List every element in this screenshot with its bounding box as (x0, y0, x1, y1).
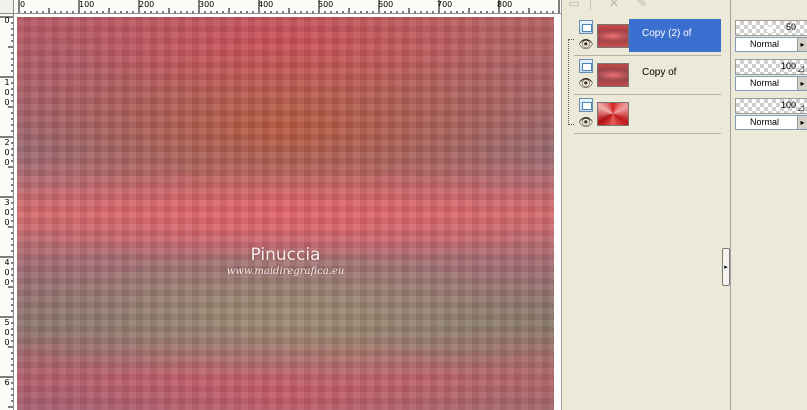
blend-mode-value: Normal (750, 117, 780, 127)
layer-thumbnail[interactable] (597, 102, 629, 126)
panel-splitter-handle[interactable]: ▸ (722, 248, 730, 286)
layers-toolbar: ▭ ✕ ✎ (562, 0, 731, 14)
blend-mode-value: Normal (750, 39, 780, 49)
ruler-label: 0 (4, 208, 10, 217)
ruler-corner (0, 0, 14, 14)
blend-mode-select[interactable]: Normal ▸ (735, 76, 807, 91)
ruler-label: 0 (4, 218, 10, 227)
layer-props-2: 100 ◿ Normal ▸ (735, 57, 807, 91)
raster-layer-icon[interactable] (579, 59, 593, 73)
layer-row-copy-2[interactable]: 👁 Copy (2) of (574, 18, 721, 56)
ruler-label: 0 (4, 338, 10, 347)
layer-thumbnail[interactable] (597, 63, 629, 87)
new-layer-icon[interactable]: ▭ (566, 0, 582, 10)
ruler-label: 800 (497, 0, 513, 9)
ruler-label: 700 (437, 0, 453, 9)
brush-icon[interactable]: ✎ (634, 0, 650, 10)
vertical-ruler: 0 1 0 0 2 0 0 3 0 0 4 0 0 5 0 0 6 (0, 14, 14, 410)
ruler-label: 300 (199, 0, 215, 9)
paint-application-window: 0 100 200 300 400 500 600 700 800 0 1 0 … (0, 0, 807, 410)
opacity-value: 100 (780, 100, 796, 110)
eye-visibility-icon[interactable]: 👁 (578, 38, 594, 50)
ruler-label: 100 (79, 0, 95, 9)
slider-arrow-icon: ◿ (797, 64, 804, 73)
chevron-right-icon[interactable]: ▸ (797, 38, 807, 51)
ruler-label: 6 (4, 378, 10, 387)
watermark-url: www.maidiregrafica.eu (226, 266, 345, 277)
chevron-right-icon[interactable]: ▸ (797, 116, 807, 129)
eye-visibility-icon[interactable]: 👁 (578, 77, 594, 89)
ruler-label: 0 (4, 268, 10, 277)
ruler-label: 3 (4, 198, 10, 207)
ruler-label: 4 (4, 258, 10, 267)
canvas-image-pattern (17, 17, 554, 410)
layers-palette: ▭ ✕ ✎ 👁 Copy (2) of 👁 Copy of 👁 (561, 0, 730, 410)
ruler-label: 0 (4, 158, 10, 167)
layer-props-1: 50 Normal ▸ (735, 18, 807, 52)
delete-layer-icon[interactable]: ✕ (606, 0, 622, 10)
opacity-slider[interactable]: 100 ◿ (735, 59, 807, 75)
layer-props-3: 100 ◿ Normal ▸ (735, 96, 807, 130)
raster-layer-icon[interactable] (579, 98, 593, 112)
layer-row-copy[interactable]: 👁 Copy of (574, 57, 721, 95)
layer-thumbnail[interactable] (597, 24, 629, 48)
ruler-label: 400 (258, 0, 274, 9)
opacity-slider[interactable]: 50 (735, 20, 807, 36)
ruler-label: 0 (4, 16, 10, 25)
watermark-name: Pinuccia (250, 245, 321, 265)
ruler-label: 0 (4, 328, 10, 337)
opacity-value: 100 (780, 61, 796, 71)
toolbar-separator (590, 0, 591, 10)
ruler-label: 2 (4, 138, 10, 147)
ruler-label: 1 (4, 78, 10, 87)
image-canvas[interactable]: Pinuccia www.maidiregrafica.eu (17, 17, 554, 410)
opacity-slider[interactable]: 100 ◿ (735, 98, 807, 114)
layer-name[interactable]: Copy of (629, 58, 721, 91)
ruler-label: 0 (4, 98, 10, 107)
layer-name[interactable] (629, 97, 721, 130)
eye-visibility-icon[interactable]: 👁 (578, 116, 594, 128)
ruler-label: 5 (4, 318, 10, 327)
canvas-area: 0 100 200 300 400 500 600 700 800 0 1 0 … (0, 0, 561, 410)
chevron-right-icon[interactable]: ▸ (797, 77, 807, 90)
ruler-label: 0 (4, 88, 10, 97)
ruler-label: 500 (318, 0, 334, 9)
ruler-label: 0 (4, 278, 10, 287)
ruler-label: 200 (139, 0, 155, 9)
slider-arrow-icon: ◿ (797, 103, 804, 112)
blend-mode-select[interactable]: Normal ▸ (735, 115, 807, 130)
blend-mode-select[interactable]: Normal ▸ (735, 37, 807, 52)
ruler-label: 0 (4, 148, 10, 157)
raster-layer-icon[interactable] (579, 20, 593, 34)
horizontal-ruler-ticks (18, 0, 560, 13)
opacity-value: 50 (785, 22, 796, 32)
layer-properties-panel: 50 Normal ▸ 100 ◿ Normal ▸ 100 ◿ Normal … (730, 0, 807, 410)
ruler-label: 0 (20, 0, 26, 9)
horizontal-ruler: 0 100 200 300 400 500 600 700 800 (14, 0, 561, 14)
blend-mode-value: Normal (750, 78, 780, 88)
opacity-slider-thumb[interactable] (765, 24, 775, 33)
ruler-label: 600 (378, 0, 394, 9)
layer-name[interactable]: Copy (2) of (629, 19, 721, 52)
layer-row-background[interactable]: 👁 (574, 96, 721, 134)
